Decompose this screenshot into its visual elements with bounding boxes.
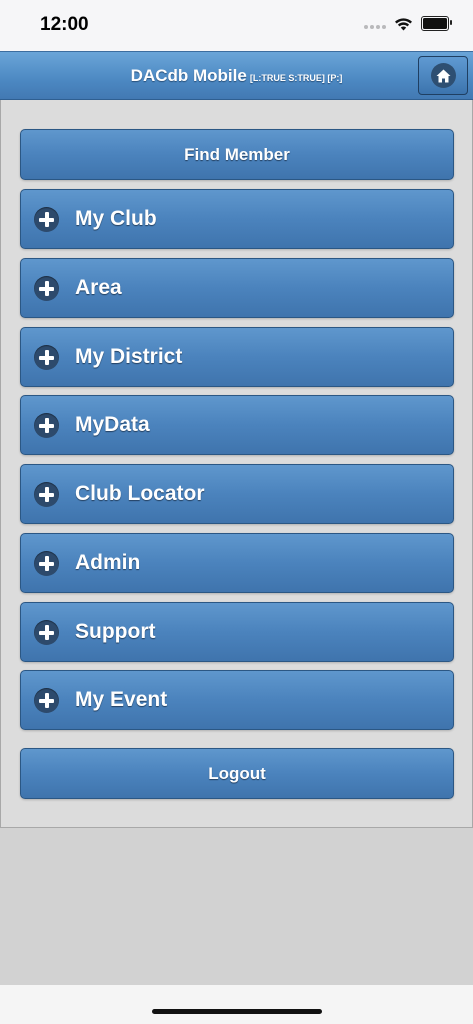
home-indicator[interactable]	[152, 1009, 322, 1014]
plus-icon	[34, 619, 59, 645]
plus-icon	[34, 275, 59, 301]
menu-item-club-locator[interactable]: Club Locator	[20, 464, 454, 524]
menu-item-label: Admin	[75, 551, 141, 574]
app-title: DACdb Mobile	[130, 66, 247, 85]
plus-icon	[34, 206, 59, 232]
menu-item-my-event[interactable]: My Event	[20, 670, 454, 730]
wifi-icon	[395, 17, 412, 30]
plus-icon	[34, 344, 59, 370]
home-button[interactable]	[418, 56, 468, 95]
menu-item-label: My District	[75, 345, 183, 368]
status-time: 12:00	[40, 14, 89, 35]
app-header: DACdb Mobile [L:TRUE S:TRUE] [P:]	[0, 51, 473, 100]
status-bar: 12:00	[0, 0, 473, 51]
menu-item-label: Support	[75, 620, 156, 643]
logout-button[interactable]: Logout	[20, 748, 454, 799]
menu-item-label: My Club	[75, 207, 157, 230]
menu-item-label: Club Locator	[75, 482, 205, 505]
menu-item-label: My Event	[75, 688, 168, 711]
menu-item-my-district[interactable]: My District	[20, 327, 454, 387]
menu-item-mydata[interactable]: MyData	[20, 395, 454, 455]
page-title: DACdb Mobile [L:TRUE S:TRUE] [P:]	[0, 66, 473, 86]
app-status-flags: [L:TRUE S:TRUE] [P:]	[249, 73, 343, 83]
menu-item-support[interactable]: Support	[20, 602, 454, 662]
menu-item-area[interactable]: Area	[20, 258, 454, 318]
menu-item-my-club[interactable]: My Club	[20, 189, 454, 249]
plus-icon	[34, 550, 59, 576]
plus-icon	[34, 412, 59, 438]
find-member-button[interactable]: Find Member	[20, 129, 454, 180]
home-indicator-area	[0, 985, 473, 1024]
menu-item-admin[interactable]: Admin	[20, 533, 454, 593]
menu-item-label: MyData	[75, 413, 150, 436]
status-icons	[364, 16, 452, 31]
plus-icon	[34, 481, 59, 507]
home-icon	[430, 63, 456, 88]
main-content: Find Member My Club Area My District MyD…	[0, 100, 473, 828]
battery-icon	[421, 16, 452, 31]
menu-item-label: Area	[75, 276, 122, 299]
cellular-signal-icon	[364, 19, 386, 29]
plus-icon	[34, 687, 59, 713]
